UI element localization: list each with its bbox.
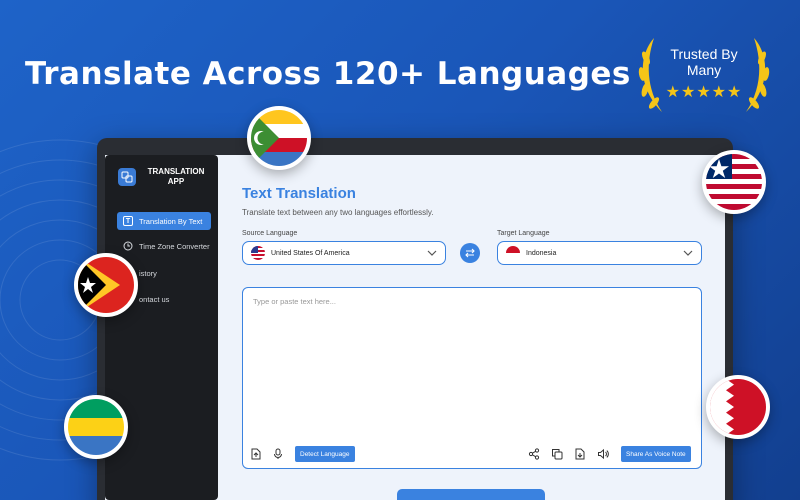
page-title: Text Translation	[242, 185, 356, 202]
chevron-down-icon	[427, 250, 437, 256]
comoros-flag-icon	[247, 106, 311, 170]
usa-flag-icon	[251, 246, 265, 260]
sidebar-item-label: istory	[139, 268, 157, 278]
target-language-label: Target Language	[497, 230, 550, 237]
brand: TRANSLATION APP	[118, 167, 208, 187]
sidebar-item-label: Time Zone Converter	[139, 241, 210, 251]
timor-leste-flag-icon	[74, 253, 138, 317]
share-as-voice-note-button[interactable]: Share As Voice Note	[621, 446, 691, 462]
clock-icon	[123, 241, 133, 251]
hero-headline: Translate Across 120+ Languages	[25, 56, 631, 92]
source-language-select[interactable]: United States Of America	[242, 241, 446, 265]
bahrain-flag-icon	[706, 375, 770, 439]
liberia-flag-icon	[702, 150, 766, 214]
trusted-badge: Trusted By Many ★★★★★	[632, 32, 776, 118]
badge-line-2: Many	[686, 62, 722, 78]
source-language-value: United States Of America	[271, 249, 350, 257]
brand-line-1: TRANSLATION	[147, 167, 205, 176]
translate-logo-icon	[118, 168, 136, 186]
source-text-input[interactable]: Type or paste text here... Detect Langua…	[242, 287, 702, 469]
file-upload-icon[interactable]	[250, 448, 262, 460]
download-icon[interactable]	[574, 448, 586, 460]
app-window: TRANSLATION APP T Translation By Text Ti…	[105, 155, 725, 500]
target-language-select[interactable]: Indonesia	[497, 241, 702, 265]
five-stars-icon: ★★★★★	[665, 84, 743, 101]
input-placeholder: Type or paste text here...	[253, 297, 336, 306]
sidebar: TRANSLATION APP T Translation By Text Ti…	[105, 155, 218, 500]
translate-button[interactable]	[397, 489, 545, 500]
page-subtitle: Translate text between any two languages…	[242, 208, 434, 217]
brand-line-2: APP	[167, 177, 185, 186]
swap-arrows-icon	[465, 248, 475, 258]
copy-icon[interactable]	[551, 448, 563, 460]
main-panel: Text Translation Translate text between …	[242, 155, 702, 500]
share-icon[interactable]	[528, 448, 540, 460]
microphone-icon[interactable]	[272, 448, 284, 460]
target-language-value: Indonesia	[526, 249, 557, 257]
sidebar-item-time-zone-converter[interactable]: Time Zone Converter	[117, 237, 211, 255]
indonesia-flag-icon	[506, 246, 520, 260]
detect-language-button[interactable]: Detect Language	[295, 446, 355, 462]
sidebar-item-label: ontact us	[139, 294, 170, 304]
gabon-flag-icon	[64, 395, 128, 459]
badge-line-1: Trusted By	[670, 46, 738, 62]
source-language-label: Source Language	[242, 230, 298, 237]
speaker-icon[interactable]	[597, 448, 609, 460]
text-icon: T	[123, 216, 133, 226]
sidebar-item-translation-by-text[interactable]: T Translation By Text	[117, 212, 211, 230]
sidebar-item-label: Translation By Text	[139, 216, 203, 226]
chevron-down-icon	[683, 250, 693, 256]
swap-languages-button[interactable]	[460, 243, 480, 263]
